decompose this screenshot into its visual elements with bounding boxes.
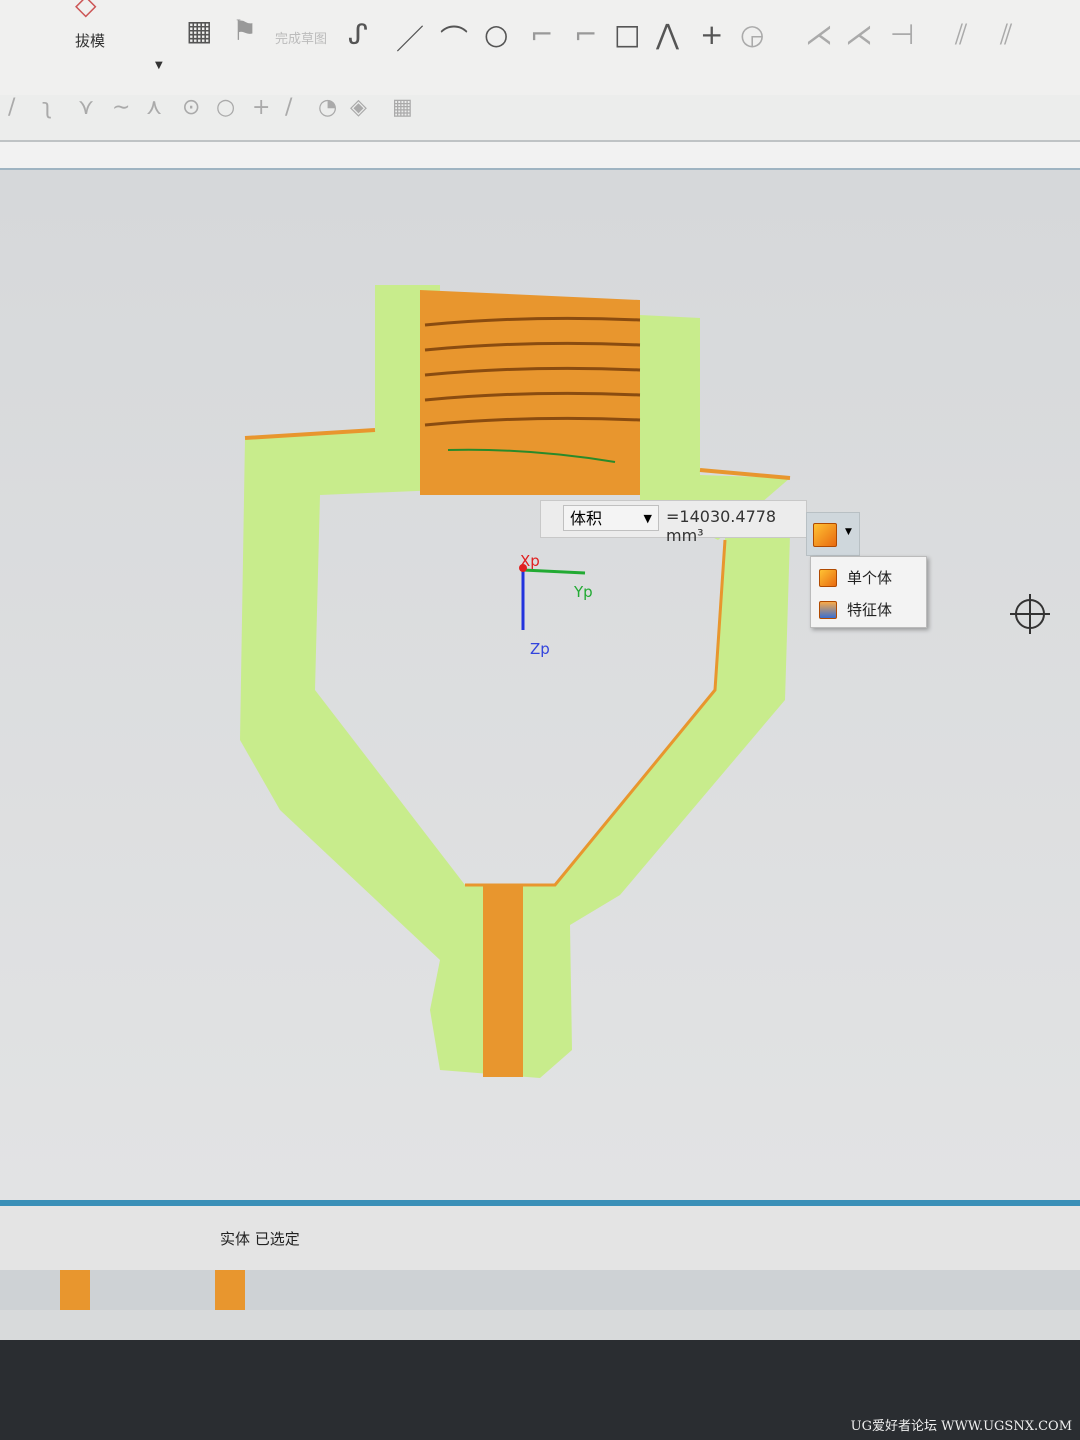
chamfer-icon[interactable]: ⌐ bbox=[574, 18, 597, 51]
chevron-down-icon: ▼ bbox=[845, 527, 852, 537]
part-section-view bbox=[240, 285, 1050, 1078]
curve-icon[interactable]: ʅ bbox=[42, 95, 52, 120]
constraint-icon[interactable]: ⫽ bbox=[955, 18, 968, 52]
arc-icon[interactable]: ⌒ bbox=[440, 18, 468, 58]
axis-z-label: Zp bbox=[530, 640, 550, 658]
draft-button[interactable]: 拔模 bbox=[75, 30, 105, 51]
finish-flag-icon[interactable]: ⚑ bbox=[232, 14, 257, 47]
rectangle-icon[interactable]: □ bbox=[614, 18, 640, 51]
measure-value: =14030.4778 mm³ bbox=[666, 507, 777, 545]
intersect-icon[interactable]: ⋏ bbox=[146, 95, 162, 120]
axis-x-label: Xp bbox=[520, 552, 540, 570]
offset-icon[interactable]: ◶ bbox=[740, 18, 764, 51]
line-icon[interactable]: / bbox=[8, 95, 15, 120]
chevron-down-icon: ▼ bbox=[643, 512, 652, 525]
body-type-menu: 单个体 特征体 bbox=[810, 556, 927, 628]
spline-icon[interactable]: ∼ bbox=[112, 95, 130, 120]
body-type-button[interactable]: ▼ bbox=[806, 512, 860, 556]
cube-icon bbox=[813, 523, 837, 547]
cube-icon bbox=[819, 568, 837, 587]
center-circle-icon[interactable]: ⊙ bbox=[182, 95, 200, 120]
trim-icon[interactable]: ⋌ bbox=[805, 18, 833, 51]
status-bar: 实体 已选定 bbox=[0, 1200, 1080, 1276]
crosshair-cursor-icon bbox=[1010, 594, 1050, 634]
polyline-icon[interactable]: ⋎ bbox=[78, 95, 94, 120]
point-icon[interactable]: + bbox=[700, 18, 723, 51]
grid-icon[interactable]: ▦ bbox=[392, 95, 413, 120]
draft-icon: ◇ bbox=[75, 0, 97, 21]
measure-bar: 体积 ▼ =14030.4778 mm³ bbox=[540, 500, 807, 545]
watermark: UG爱好者论坛 WWW.UGSNX.COM bbox=[850, 1419, 1072, 1434]
point-icon[interactable]: + bbox=[252, 95, 270, 120]
dimension-icon[interactable]: ⫽ bbox=[1000, 18, 1013, 52]
circle-icon[interactable]: ○ bbox=[484, 18, 508, 51]
mirror-icon[interactable]: ⊣ bbox=[890, 18, 914, 51]
sketch-icon[interactable]: ▦ bbox=[186, 14, 212, 47]
line-icon[interactable]: ／ bbox=[396, 18, 424, 58]
finish-sketch-button[interactable]: 完成草图 bbox=[275, 28, 327, 47]
polygon-icon[interactable]: ⋀ bbox=[656, 18, 679, 51]
surface-icon[interactable]: ◔ bbox=[318, 95, 337, 120]
mesh-icon[interactable]: ◈ bbox=[350, 95, 367, 120]
menu-item-label: 特征体 bbox=[847, 601, 893, 619]
pin-bore bbox=[483, 885, 523, 1077]
menu-item-label: 单个体 bbox=[847, 569, 893, 587]
menu-item-single-body[interactable]: 单个体 bbox=[819, 567, 892, 588]
nx-window: ◇ 拔模 ▼ ▦ ⚑ 完成草图 ᔑ ／ ⌒ ○ ⌐ ⌐ □ ⋀ + ◶ ⋌ ⋌ … bbox=[0, 0, 1080, 1340]
menu-item-feature-body[interactable]: 特征体 bbox=[819, 599, 892, 620]
fillet-icon[interactable]: ⌐ bbox=[530, 18, 553, 51]
taskbar-thumbnail[interactable] bbox=[60, 1270, 90, 1310]
curve-toolbar: / ʅ ⋎ ∼ ⋏ ⊙ ○ + / ◔ ◈ ▦ bbox=[0, 95, 1080, 142]
axis-y-label: Yp bbox=[574, 583, 593, 601]
taskbar-thumbnail[interactable] bbox=[215, 1270, 245, 1310]
separator bbox=[0, 142, 1080, 170]
graphics-viewport[interactable]: Xp Yp Zp bbox=[0, 170, 1080, 1200]
circle-points-icon[interactable]: ○ bbox=[216, 95, 235, 120]
status-text: 实体 已选定 bbox=[220, 1230, 300, 1248]
extend-icon[interactable]: ⋌ bbox=[845, 18, 873, 51]
measure-type-select[interactable]: 体积 ▼ bbox=[563, 505, 659, 531]
line-point-icon[interactable]: / bbox=[285, 95, 292, 120]
taskbar bbox=[0, 1270, 1080, 1310]
feature-body-icon bbox=[819, 600, 837, 619]
profile-icon[interactable]: ᔑ bbox=[348, 18, 368, 51]
draft-dropdown-icon[interactable]: ▼ bbox=[155, 60, 163, 71]
measure-type-value: 体积 bbox=[570, 509, 603, 528]
ribbon: ◇ 拔模 ▼ ▦ ⚑ 完成草图 ᔑ ／ ⌒ ○ ⌐ ⌐ □ ⋀ + ◶ ⋌ ⋌ … bbox=[0, 0, 1080, 96]
